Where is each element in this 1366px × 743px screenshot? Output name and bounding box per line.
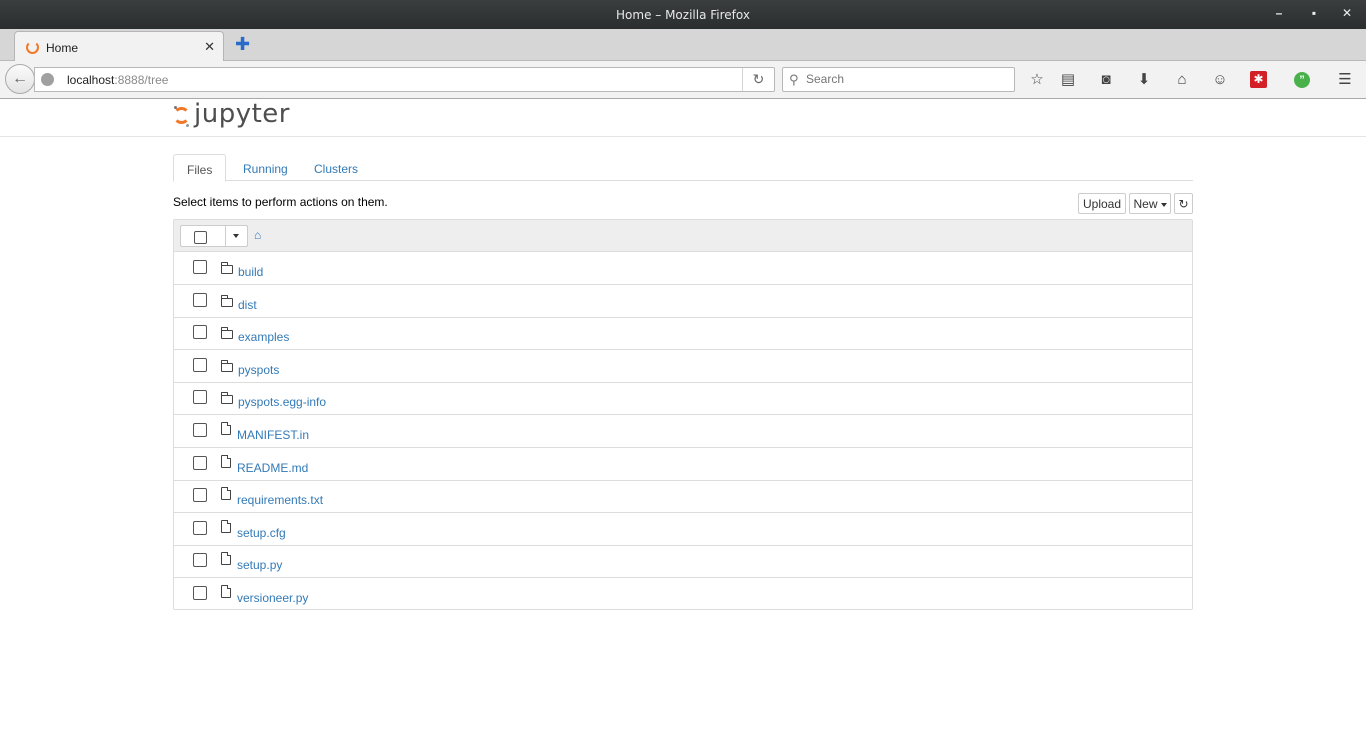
list-item[interactable]: versioneer.py: [174, 578, 1192, 611]
item-checkbox[interactable]: [193, 390, 207, 404]
list-item[interactable]: examples: [174, 317, 1192, 350]
jupyter-favicon-icon: [26, 41, 39, 54]
folder-icon: [221, 327, 233, 339]
chat-icon[interactable]: ☺: [1210, 70, 1230, 90]
globe-icon: [41, 73, 54, 86]
item-name-link[interactable]: pyspots: [238, 363, 279, 377]
upload-button[interactable]: Upload: [1078, 193, 1126, 214]
chevron-down-icon: [1160, 202, 1167, 207]
reading-list-icon[interactable]: ▤: [1058, 70, 1078, 90]
url-text[interactable]: localhost:8888/tree: [67, 73, 168, 87]
file-icon: [221, 520, 231, 533]
hangouts-icon[interactable]: ”: [1294, 72, 1310, 88]
list-item[interactable]: dist: [174, 285, 1192, 318]
folder-icon: [221, 262, 233, 274]
url-bar[interactable]: localhost:8888/tree ↻: [34, 67, 775, 92]
window-titlebar: Home – Mozilla Firefox – ▪ ✕: [0, 0, 1366, 29]
browser-tab-home[interactable]: Home ✕: [14, 31, 224, 62]
select-dropdown[interactable]: [225, 226, 247, 246]
list-item[interactable]: MANIFEST.in: [174, 415, 1192, 448]
download-icon[interactable]: ⬇: [1134, 70, 1154, 90]
new-button[interactable]: New: [1129, 193, 1171, 214]
logo-dot: [174, 106, 177, 109]
item-name-link[interactable]: build: [238, 265, 263, 279]
chevron-down-icon: [233, 234, 239, 238]
item-name-link[interactable]: dist: [238, 298, 257, 312]
tab-files[interactable]: Files: [173, 154, 227, 182]
item-name-link[interactable]: requirements.txt: [237, 493, 323, 507]
file-list-header: ⌂: [174, 220, 1192, 252]
logo-dot: [186, 124, 189, 127]
refresh-button[interactable]: ↻: [1174, 193, 1193, 214]
item-checkbox[interactable]: [193, 358, 207, 372]
dashboard-tabs: Files Running Clusters: [173, 154, 1193, 182]
file-icon: [221, 552, 231, 565]
tab-clusters[interactable]: Clusters: [301, 154, 371, 181]
browser-tabstrip: Home ✕ ✚: [0, 29, 1366, 62]
list-item[interactable]: build: [174, 252, 1192, 285]
item-checkbox[interactable]: [193, 586, 207, 600]
item-name-link[interactable]: setup.cfg: [237, 526, 286, 540]
pocket-icon[interactable]: ◙: [1096, 70, 1116, 90]
item-checkbox[interactable]: [193, 260, 207, 274]
item-checkbox[interactable]: [193, 293, 207, 307]
search-input[interactable]: [806, 72, 1006, 86]
jupyter-logo-icon: [173, 107, 190, 124]
url-host: localhost: [67, 73, 115, 87]
list-item[interactable]: setup.cfg: [174, 513, 1192, 546]
list-item[interactable]: pyspots: [174, 350, 1192, 383]
jupyter-wordmark: jupyter: [194, 99, 290, 129]
back-button[interactable]: ←: [5, 64, 35, 94]
jupyter-header: jupyter: [0, 99, 1366, 137]
home-icon[interactable]: ⌂: [1172, 70, 1192, 90]
new-button-label: New: [1133, 197, 1158, 211]
file-icon: [221, 585, 231, 598]
file-icon: [221, 487, 231, 500]
url-path: :8888/tree: [114, 73, 169, 87]
item-name-link[interactable]: examples: [238, 330, 289, 344]
list-item[interactable]: pyspots.egg-info: [174, 382, 1192, 415]
browser-tab-label: Home: [46, 41, 79, 55]
folder-icon: [221, 392, 233, 404]
selection-hint: Select items to perform actions on them.: [173, 195, 388, 209]
item-name-link[interactable]: setup.py: [237, 558, 282, 572]
item-checkbox[interactable]: [193, 456, 207, 470]
refresh-icon: ↻: [1178, 197, 1189, 211]
close-tab-icon[interactable]: ✕: [204, 39, 215, 55]
lastpass-icon[interactable]: ✱: [1250, 71, 1267, 88]
tab-running[interactable]: Running: [230, 154, 301, 181]
item-checkbox[interactable]: [193, 488, 207, 502]
home-breadcrumb-icon[interactable]: ⌂: [254, 228, 261, 242]
item-checkbox[interactable]: [193, 553, 207, 567]
reload-icon[interactable]: ↻: [742, 68, 774, 91]
list-item[interactable]: setup.py: [174, 545, 1192, 578]
item-name-link[interactable]: README.md: [237, 461, 308, 475]
window-title: Home – Mozilla Firefox: [616, 8, 750, 22]
item-name-link[interactable]: pyspots.egg-info: [238, 395, 326, 409]
list-item[interactable]: README.md: [174, 448, 1192, 481]
browser-navbar: ← localhost:8888/tree ↻ ⚲ ☆ ▤ ◙ ⬇ ⌂ ☺ ✱ …: [0, 61, 1366, 99]
file-list: ⌂ build dist examples pyspots pyspots.eg…: [173, 219, 1193, 610]
item-checkbox[interactable]: [193, 521, 207, 535]
item-checkbox[interactable]: [193, 325, 207, 339]
folder-icon: [221, 295, 233, 307]
item-name-link[interactable]: MANIFEST.in: [237, 428, 309, 442]
select-all-control[interactable]: [180, 225, 248, 247]
minimize-icon[interactable]: –: [1272, 6, 1286, 20]
folder-icon: [221, 360, 233, 372]
new-tab-icon[interactable]: ✚: [235, 35, 250, 53]
select-all-checkbox[interactable]: [194, 231, 207, 244]
search-bar[interactable]: ⚲: [782, 67, 1015, 92]
maximize-icon[interactable]: ▪: [1307, 6, 1321, 20]
file-icon: [221, 422, 231, 435]
close-window-icon[interactable]: ✕: [1340, 6, 1354, 20]
search-icon: ⚲: [789, 72, 799, 87]
item-checkbox[interactable]: [193, 423, 207, 437]
item-name-link[interactable]: versioneer.py: [237, 591, 308, 605]
menu-icon[interactable]: ☰: [1335, 70, 1355, 90]
bookmark-star-icon[interactable]: ☆: [1027, 70, 1047, 90]
file-icon: [221, 455, 231, 468]
list-item[interactable]: requirements.txt: [174, 480, 1192, 513]
